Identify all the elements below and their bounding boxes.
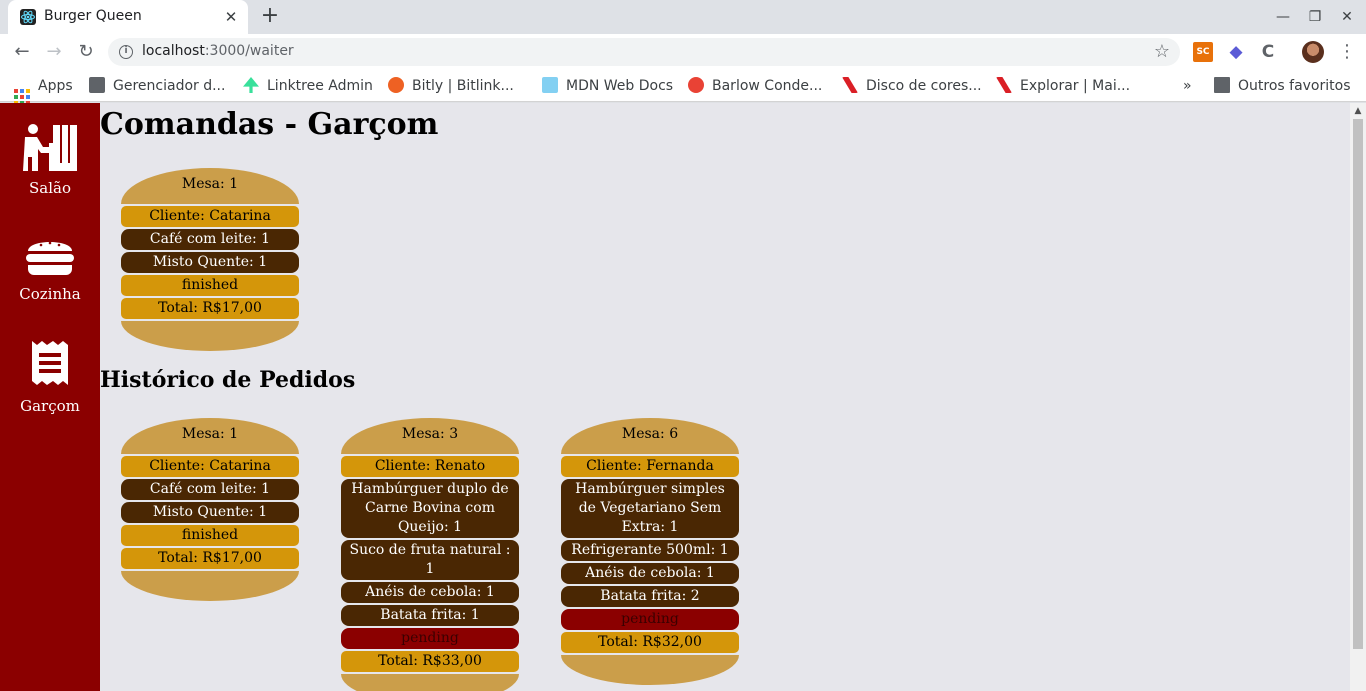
scroll-up-icon[interactable]: ▲ bbox=[1350, 103, 1366, 119]
order-card-active: Mesa: 1 Cliente: Catarina Café com leite… bbox=[121, 168, 299, 351]
other-bookmarks-folder[interactable]: Outros favoritos bbox=[1214, 76, 1351, 96]
sidebar-item-label: Salão bbox=[29, 179, 71, 197]
adobe-icon bbox=[996, 77, 1012, 93]
order-status[interactable]: finished bbox=[121, 275, 299, 296]
linktree-icon bbox=[243, 77, 259, 93]
order-card-history: Mesa: 6 Cliente: Fernanda Hambúrguer sim… bbox=[561, 418, 739, 685]
bookmark-disco-cores[interactable]: Disco de cores... bbox=[842, 76, 982, 96]
order-item: Café com leite: 1 bbox=[121, 479, 299, 500]
order-item: Refrigerante 500ml: 1 bbox=[561, 540, 739, 561]
graduation-cap-icon[interactable]: ◆ bbox=[1226, 42, 1246, 62]
bitly-icon bbox=[388, 77, 404, 93]
bookmark-linktree[interactable]: Linktree Admin bbox=[243, 76, 373, 96]
bun-bottom bbox=[341, 674, 519, 691]
adobe-icon bbox=[842, 77, 858, 93]
sidebar-item-garcom[interactable]: Garçom bbox=[0, 339, 100, 415]
profile-avatar[interactable] bbox=[1302, 41, 1324, 63]
more-bookmarks-button[interactable]: » bbox=[1183, 76, 1192, 96]
order-item: Café com leite: 1 bbox=[121, 229, 299, 250]
bookmark-bitly[interactable]: Bitly | Bitlink... bbox=[388, 76, 514, 96]
back-icon[interactable]: ← bbox=[10, 40, 34, 64]
close-tab-icon[interactable]: ✕ bbox=[222, 8, 240, 26]
page-viewport: Salão Cozinha Garçom Comandas - Garçom M… bbox=[0, 103, 1366, 691]
order-client: Cliente: Catarina bbox=[121, 456, 299, 477]
bookmark-mdn[interactable]: MDN Web Docs bbox=[542, 76, 673, 96]
order-table: Mesa: 3 bbox=[341, 418, 519, 454]
order-total: Total: R$32,00 bbox=[561, 632, 739, 653]
history-title: Histórico de Pedidos bbox=[100, 367, 356, 393]
sidebar: Salão Cozinha Garçom bbox=[0, 103, 100, 691]
scroll-thumb[interactable] bbox=[1353, 119, 1363, 649]
order-client: Cliente: Catarina bbox=[121, 206, 299, 227]
order-status: pending bbox=[561, 609, 739, 630]
extension-sc-icon[interactable]: SC bbox=[1193, 42, 1213, 62]
order-status: pending bbox=[341, 628, 519, 649]
extension-c-icon[interactable]: C bbox=[1258, 42, 1278, 62]
order-table: Mesa: 6 bbox=[561, 418, 739, 454]
sidebar-item-label: Cozinha bbox=[19, 285, 81, 303]
url-text: localhost:3000/waiter bbox=[142, 43, 294, 59]
browser-menu-icon[interactable]: ⋮ bbox=[1338, 40, 1356, 64]
order-card-history: Mesa: 1 Cliente: Catarina Café com leite… bbox=[121, 418, 299, 601]
page-scrollbar[interactable]: ▲ bbox=[1350, 103, 1366, 691]
order-item: Anéis de cebola: 1 bbox=[561, 563, 739, 584]
waiter-table-icon bbox=[23, 124, 77, 177]
bun-bottom bbox=[121, 321, 299, 351]
bookmark-barlow[interactable]: Barlow Conde... bbox=[688, 76, 822, 96]
bookmarks-bar: Apps Gerenciador d... Linktree Admin Bit… bbox=[0, 70, 1366, 105]
folder-icon bbox=[1214, 77, 1230, 93]
order-card-history: Mesa: 3 Cliente: Renato Hambúrguer duplo… bbox=[341, 418, 519, 691]
folder-page-icon bbox=[89, 77, 105, 93]
order-item: Hambúrguer simples de Vegetariano Sem Ex… bbox=[561, 479, 739, 538]
bun-bottom bbox=[561, 655, 739, 685]
mdn-icon bbox=[542, 77, 558, 93]
order-item: Hambúrguer duplo de Carne Bovina com Que… bbox=[341, 479, 519, 538]
sidebar-item-cozinha[interactable]: Cozinha bbox=[0, 235, 100, 303]
order-client: Cliente: Renato bbox=[341, 456, 519, 477]
order-client: Cliente: Fernanda bbox=[561, 456, 739, 477]
order-item: Batata frita: 1 bbox=[341, 605, 519, 626]
tab-title: Burger Queen bbox=[44, 8, 142, 24]
order-item: Misto Quente: 1 bbox=[121, 252, 299, 273]
fonts-icon bbox=[688, 77, 704, 93]
order-item: Suco de fruta natural : 1 bbox=[341, 540, 519, 580]
forward-icon[interactable]: → bbox=[42, 40, 66, 64]
main-content: Comandas - Garçom Mesa: 1 Cliente: Catar… bbox=[100, 103, 1350, 691]
bookmark-apps[interactable]: Apps bbox=[14, 76, 73, 105]
bookmark-star-icon[interactable]: ☆ bbox=[1154, 41, 1170, 62]
order-status: finished bbox=[121, 525, 299, 546]
order-table: Mesa: 1 bbox=[121, 168, 299, 204]
receipt-icon bbox=[30, 341, 70, 395]
order-total: Total: R$17,00 bbox=[121, 548, 299, 569]
address-bar[interactable]: i localhost:3000/waiter ☆ bbox=[108, 38, 1180, 66]
browser-tab[interactable]: Burger Queen ✕ bbox=[8, 0, 248, 34]
browser-tabstrip: Burger Queen ✕ + — ❐ ✕ bbox=[0, 0, 1366, 34]
close-window-icon[interactable]: ✕ bbox=[1337, 8, 1357, 26]
order-table: Mesa: 1 bbox=[121, 418, 299, 454]
new-tab-button[interactable]: + bbox=[258, 5, 282, 29]
order-total: Total: R$17,00 bbox=[121, 298, 299, 319]
order-total: Total: R$33,00 bbox=[341, 651, 519, 672]
order-item: Anéis de cebola: 1 bbox=[341, 582, 519, 603]
bun-bottom bbox=[121, 571, 299, 601]
minimize-icon[interactable]: — bbox=[1273, 8, 1293, 26]
burger-icon bbox=[25, 241, 75, 283]
sidebar-item-salao[interactable]: Salão bbox=[0, 123, 100, 197]
react-icon bbox=[20, 9, 36, 25]
sidebar-item-label: Garçom bbox=[20, 397, 80, 415]
reload-icon[interactable]: ↻ bbox=[74, 40, 98, 64]
order-item: Batata frita: 2 bbox=[561, 586, 739, 607]
page-title: Comandas - Garçom bbox=[100, 107, 439, 142]
bookmark-explorar[interactable]: Explorar | Mai... bbox=[996, 76, 1130, 96]
restore-icon[interactable]: ❐ bbox=[1305, 8, 1325, 26]
order-item: Misto Quente: 1 bbox=[121, 502, 299, 523]
bookmark-gerenciador[interactable]: Gerenciador d... bbox=[89, 76, 225, 96]
info-icon[interactable]: i bbox=[119, 45, 133, 59]
browser-toolbar: ← → ↻ i localhost:3000/waiter ☆ SC ◆ C ⋮ bbox=[0, 34, 1366, 70]
